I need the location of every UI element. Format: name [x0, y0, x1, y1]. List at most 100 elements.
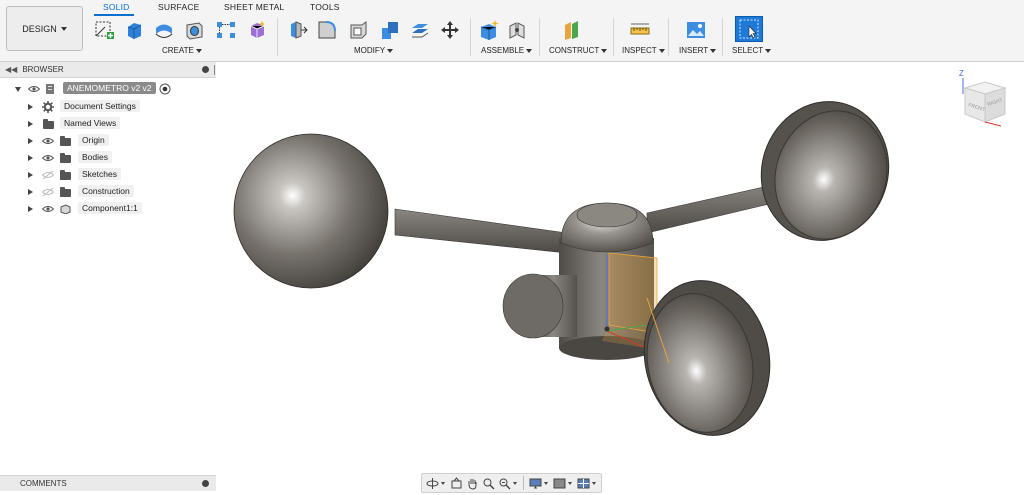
look-at-icon[interactable]: [449, 476, 463, 490]
zoom-icon[interactable]: [481, 476, 495, 490]
press-pull-icon[interactable]: [285, 19, 309, 41]
chevron-down-icon: [710, 48, 717, 53]
tree-root[interactable]: ANEMOMETRO v2 v2: [0, 82, 216, 96]
new-component-icon[interactable]: [477, 19, 501, 41]
chevron-down-icon: [387, 48, 394, 53]
select-icon[interactable]: [735, 16, 763, 42]
active-tab-indicator: [94, 14, 134, 16]
axis-z-label: Z: [959, 69, 964, 78]
inspect-menu[interactable]: INSPECT: [622, 46, 665, 55]
assemble-menu-label: ASSEMBLE: [481, 46, 525, 55]
view-cube[interactable]: Z FRONT RIGHT: [955, 66, 1015, 136]
visibility-eye-icon[interactable]: [28, 85, 40, 93]
component-icon: [60, 204, 71, 214]
hole-icon[interactable]: [182, 19, 206, 41]
pin-icon[interactable]: [202, 66, 209, 73]
workspace-switcher-button[interactable]: DESIGN: [6, 6, 83, 51]
create-menu[interactable]: CREATE: [162, 46, 202, 55]
pattern-icon[interactable]: [214, 19, 238, 41]
hidden-eye-icon[interactable]: [42, 188, 54, 196]
tree-item-label: Document Settings: [60, 100, 140, 112]
tree-item-construction[interactable]: Construction: [0, 185, 216, 199]
3d-viewport[interactable]: [217, 63, 1024, 473]
modify-menu[interactable]: MODIFY: [354, 46, 394, 55]
collapse-panel-icon[interactable]: ◀◀: [5, 65, 17, 74]
chevron-down-icon[interactable]: [568, 481, 572, 485]
create-sketch-icon[interactable]: [92, 19, 116, 41]
resize-handle[interactable]: [214, 65, 215, 75]
visibility-eye-icon[interactable]: [42, 154, 54, 162]
revolve-icon[interactable]: [152, 19, 176, 41]
select-menu-label: SELECT: [732, 46, 764, 55]
inspect-menu-label: INSPECT: [622, 46, 657, 55]
move-copy-icon[interactable]: [438, 19, 462, 41]
insert-image-icon[interactable]: [684, 19, 708, 41]
toolbar-divider: [613, 18, 614, 56]
tree-item-origin[interactable]: Origin: [0, 134, 216, 148]
expand-arrow-icon[interactable]: [28, 206, 33, 212]
folder-icon: [60, 136, 71, 146]
visibility-eye-icon[interactable]: [42, 137, 54, 145]
tree-item-named-views[interactable]: Named Views: [0, 117, 216, 131]
left-arm: [394, 208, 568, 254]
tab-sheet-metal[interactable]: SHEET METAL: [224, 2, 284, 12]
tree-item-label: Named Views: [60, 117, 121, 129]
tree-item-sketches[interactable]: Sketches: [0, 168, 216, 182]
insert-menu[interactable]: INSERT: [679, 46, 717, 55]
chevron-down-icon[interactable]: [544, 481, 548, 485]
select-menu[interactable]: SELECT: [732, 46, 772, 55]
navbar-divider: [523, 476, 524, 490]
toolbar: DESIGN SOLID SURFACE SHEET METAL TOOLS C…: [0, 0, 1024, 62]
expand-arrow-icon[interactable]: [28, 155, 33, 161]
fillet-icon[interactable]: [315, 19, 339, 41]
tree-item-label: Bodies: [78, 151, 112, 163]
tree-item-label: Construction: [78, 185, 134, 197]
expand-arrow-icon[interactable]: [28, 104, 33, 110]
display-settings-icon[interactable]: [528, 476, 542, 490]
assemble-menu[interactable]: ASSEMBLE: [481, 46, 533, 55]
hidden-eye-icon[interactable]: [42, 171, 54, 179]
measure-icon[interactable]: [628, 19, 652, 41]
offset-plane-icon[interactable]: [560, 19, 584, 41]
offset-face-icon[interactable]: [408, 19, 432, 41]
pan-hand-icon[interactable]: [465, 476, 479, 490]
create-form-icon[interactable]: [245, 19, 269, 41]
expand-arrow-icon[interactable]: [28, 189, 33, 195]
right-cup: [760, 101, 890, 241]
visibility-eye-icon[interactable]: [42, 205, 54, 213]
chevron-down-icon[interactable]: [592, 481, 596, 485]
grid-snaps-icon[interactable]: [552, 476, 566, 490]
expand-arrow-icon[interactable]: [28, 172, 33, 178]
chevron-down-icon[interactable]: [441, 481, 445, 485]
expand-arrow-icon[interactable]: [15, 87, 21, 92]
shell-icon[interactable]: [346, 19, 370, 41]
tree-item-component1[interactable]: Component1:1: [0, 202, 216, 216]
comments-panel[interactable]: COMMENTS: [0, 475, 216, 491]
activate-radio-icon[interactable]: [159, 83, 171, 95]
joint-icon[interactable]: [505, 19, 529, 41]
extrude-icon[interactable]: [122, 19, 146, 41]
expand-arrow-icon[interactable]: [28, 121, 33, 127]
root-component-label: ANEMOMETRO v2 v2: [63, 82, 156, 94]
expand-arrow-icon[interactable]: [28, 138, 33, 144]
tree-item-label: Sketches: [78, 168, 121, 180]
construct-menu-label: CONSTRUCT: [549, 46, 600, 55]
fit-zoom-icon[interactable]: [497, 476, 511, 490]
chevron-down-icon[interactable]: [513, 481, 517, 485]
tree-item-bodies[interactable]: Bodies: [0, 151, 216, 165]
folder-icon: [60, 153, 71, 163]
tab-solid[interactable]: SOLID: [103, 2, 130, 12]
tab-tools[interactable]: TOOLS: [310, 2, 340, 12]
browser-panel-header: ◀◀ BROWSER: [0, 62, 216, 78]
add-comment-icon[interactable]: [202, 480, 209, 487]
combine-icon[interactable]: [378, 19, 402, 41]
viewports-icon[interactable]: [576, 476, 590, 490]
browser-title: BROWSER: [22, 65, 64, 74]
orbit-icon[interactable]: [425, 476, 439, 490]
tree-item-document-settings[interactable]: Document Settings: [0, 100, 216, 114]
tab-surface[interactable]: SURFACE: [158, 2, 200, 12]
toolbar-divider: [470, 18, 471, 56]
modify-menu-label: MODIFY: [354, 46, 386, 55]
construct-menu[interactable]: CONSTRUCT: [549, 46, 608, 55]
side-counterweight: [502, 273, 577, 339]
